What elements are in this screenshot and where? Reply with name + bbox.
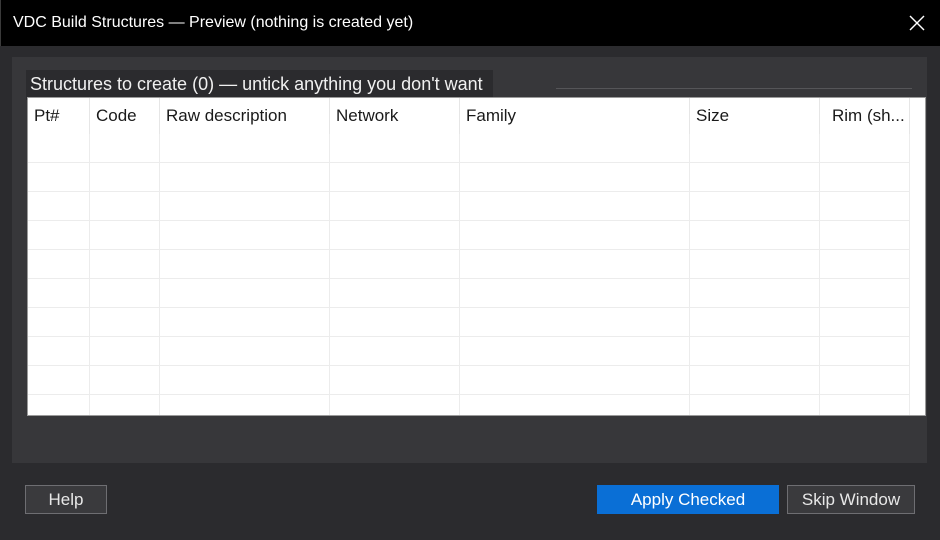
table-empty-cell — [90, 163, 160, 192]
table-empty-cell — [690, 395, 820, 415]
table-empty-cell — [820, 395, 910, 415]
column-header-code[interactable]: Code — [90, 98, 160, 134]
table-empty-cell — [28, 221, 90, 250]
column-header-size[interactable]: Size — [690, 98, 820, 134]
table-empty-cell — [690, 308, 820, 337]
table-empty-cell — [460, 163, 690, 192]
skip-window-button[interactable]: Skip Window — [787, 485, 915, 514]
table-empty-cell — [820, 221, 910, 250]
table-empty-cell — [460, 221, 690, 250]
table-empty-cell — [90, 337, 160, 366]
table-empty-cell — [460, 192, 690, 221]
table-empty-cell — [460, 366, 690, 395]
table-empty-cell — [690, 192, 820, 221]
table-empty-cell — [90, 308, 160, 337]
table-empty-cell — [820, 308, 910, 337]
table-empty-cell — [28, 192, 90, 221]
table-empty-cell — [820, 279, 910, 308]
column-header-pt[interactable]: Pt# — [28, 98, 90, 134]
help-button[interactable]: Help — [25, 485, 107, 514]
group-border-line — [556, 88, 912, 89]
table-empty-row — [28, 366, 910, 395]
table-empty-cell — [330, 250, 460, 279]
table-empty-row — [28, 134, 910, 163]
table-empty-cell — [460, 308, 690, 337]
close-button[interactable] — [894, 0, 940, 46]
structures-table[interactable]: Pt# Code Raw description Network Family … — [27, 97, 926, 416]
table-empty-cell — [90, 395, 160, 415]
table-empty-cell — [160, 337, 330, 366]
table-empty-cell — [90, 221, 160, 250]
table-empty-cell — [690, 134, 820, 163]
table-empty-cell — [820, 366, 910, 395]
column-header-family[interactable]: Family — [460, 98, 690, 134]
table-empty-row — [28, 308, 910, 337]
column-header-rim[interactable]: Rim (sh... — [820, 98, 910, 134]
table-empty-cell — [160, 221, 330, 250]
table-empty-cell — [820, 250, 910, 279]
table-empty-cell — [28, 134, 90, 163]
close-icon — [909, 15, 925, 31]
table-empty-cell — [28, 395, 90, 415]
window-title: VDC Build Structures — Preview (nothing … — [13, 14, 414, 31]
table-empty-cell — [690, 279, 820, 308]
table-empty-cell — [690, 163, 820, 192]
table-empty-row — [28, 192, 910, 221]
table-empty-row — [28, 279, 910, 308]
title-bar: VDC Build Structures — Preview (nothing … — [0, 0, 940, 46]
table-empty-cell — [160, 163, 330, 192]
table-empty-row — [28, 221, 910, 250]
table-empty-cell — [160, 250, 330, 279]
table-empty-cell — [460, 134, 690, 163]
table-empty-cell — [160, 192, 330, 221]
table-empty-cell — [90, 134, 160, 163]
table-empty-cell — [330, 279, 460, 308]
table-empty-cell — [690, 337, 820, 366]
table-empty-cell — [330, 134, 460, 163]
table-empty-cell — [90, 279, 160, 308]
apply-checked-button[interactable]: Apply Checked — [597, 485, 779, 514]
table-empty-cell — [160, 279, 330, 308]
group-title: Structures to create (0) — untick anythi… — [26, 70, 493, 100]
table-empty-cell — [90, 366, 160, 395]
table-empty-cell — [90, 192, 160, 221]
table-empty-cell — [28, 366, 90, 395]
table-empty-cell — [160, 134, 330, 163]
table-empty-cell — [820, 134, 910, 163]
table-empty-cell — [160, 308, 330, 337]
table-empty-cell — [330, 192, 460, 221]
table-empty-cell — [330, 308, 460, 337]
table-empty-row — [28, 337, 910, 366]
table-empty-cell — [460, 395, 690, 415]
table-empty-cell — [28, 337, 90, 366]
table-empty-cell — [460, 279, 690, 308]
table-empty-cell — [330, 337, 460, 366]
table-empty-cell — [90, 250, 160, 279]
table-header: Pt# Code Raw description Network Family … — [28, 98, 925, 134]
table-empty-cell — [160, 395, 330, 415]
column-header-network[interactable]: Network — [330, 98, 460, 134]
table-empty-cell — [690, 366, 820, 395]
table-empty-cell — [160, 366, 330, 395]
table-empty-cell — [460, 250, 690, 279]
table-empty-cell — [690, 250, 820, 279]
table-empty-cell — [28, 163, 90, 192]
table-empty-cell — [330, 163, 460, 192]
table-empty-row — [28, 250, 910, 279]
table-empty-cell — [820, 163, 910, 192]
table-empty-cell — [330, 221, 460, 250]
table-empty-cell — [28, 250, 90, 279]
table-empty-cell — [690, 221, 820, 250]
table-empty-row — [28, 163, 910, 192]
table-empty-cell — [330, 395, 460, 415]
table-empty-row — [28, 395, 910, 415]
table-empty-cell — [820, 192, 910, 221]
table-empty-cell — [330, 366, 460, 395]
table-empty-cell — [28, 279, 90, 308]
table-empty-cell — [820, 337, 910, 366]
table-empty-cell — [28, 308, 90, 337]
table-empty-cell — [460, 337, 690, 366]
column-header-raw-description[interactable]: Raw description — [160, 98, 330, 134]
dialog-window: VDC Build Structures — Preview (nothing … — [0, 0, 940, 540]
